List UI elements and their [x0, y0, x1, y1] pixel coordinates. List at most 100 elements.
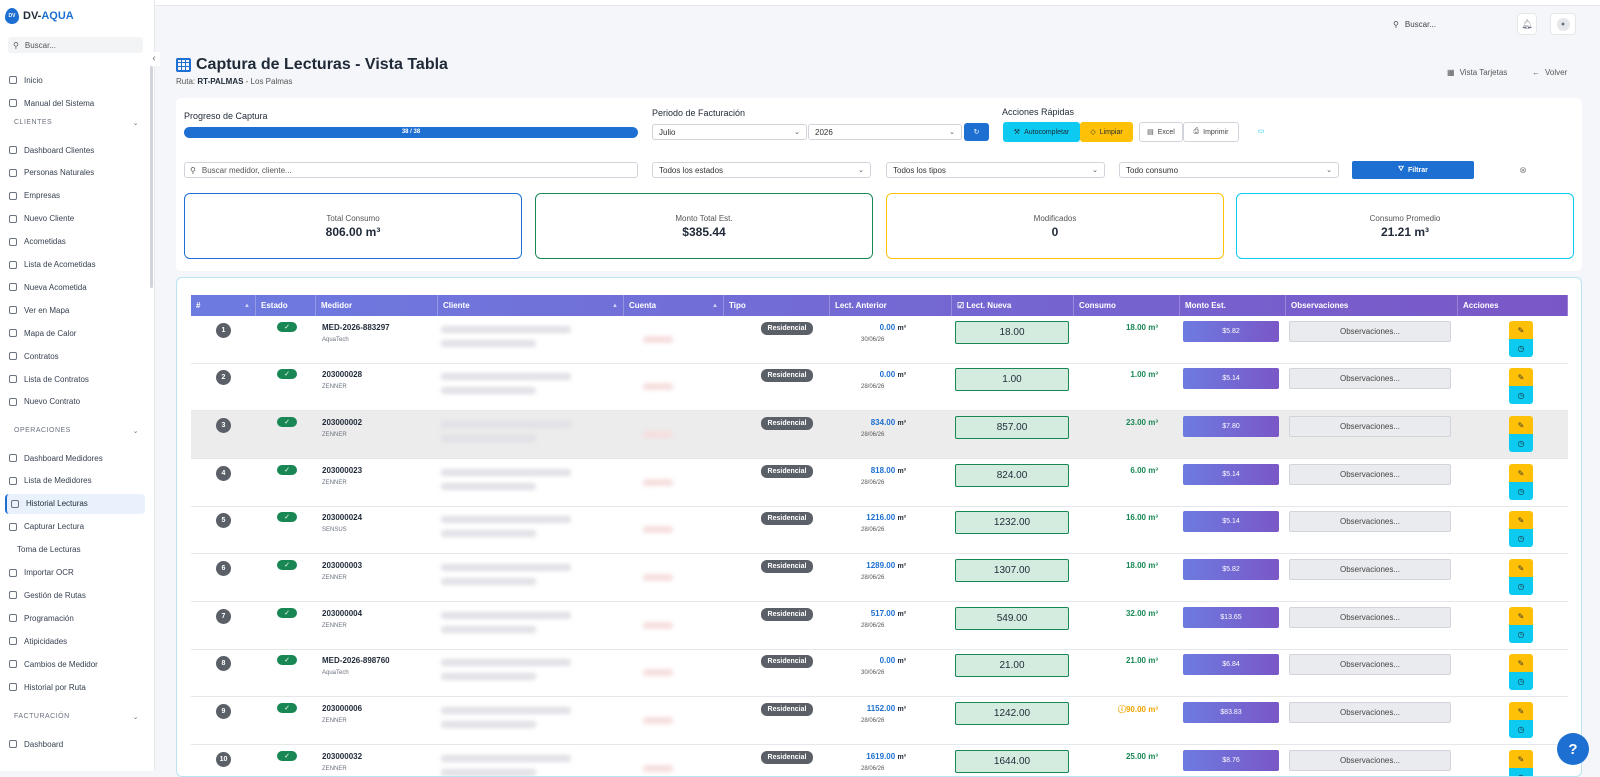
history-button[interactable]: ◷ — [1509, 339, 1533, 357]
edit-button[interactable]: ✎ — [1509, 464, 1533, 482]
new-reading-input[interactable]: 549.00 — [955, 607, 1069, 630]
observations-input[interactable]: Observaciones... — [1289, 750, 1451, 771]
observations-input[interactable]: Observaciones... — [1289, 654, 1451, 675]
table-row[interactable]: 8 ✓ MED-2026-898760 AquaTech Residencial… — [191, 649, 1568, 697]
edit-button[interactable]: ✎ — [1509, 368, 1533, 386]
sidebar-item-dashboard[interactable]: Dashboard — [5, 734, 145, 754]
sidebar-item-importar-ocr[interactable]: Importar OCR — [5, 563, 145, 583]
sidebar-item-capturar-lectura[interactable]: Capturar Lectura — [5, 517, 145, 537]
estado-filter-select[interactable]: Todos los estados⌄ — [652, 162, 871, 178]
clear-filters-icon[interactable]: ⊗ — [1517, 164, 1529, 176]
history-button[interactable]: ◷ — [1509, 434, 1533, 452]
edit-button[interactable]: ✎ — [1509, 559, 1533, 577]
sidebar-item-atipicidades[interactable]: Atipicidades — [5, 631, 145, 651]
sidebar-item-inicio[interactable]: Inicio — [5, 70, 145, 90]
new-reading-input[interactable]: 857.00 — [955, 416, 1069, 439]
table-row[interactable]: 1 ✓ MED-2026-883297 AquaTech Residencial… — [191, 316, 1568, 364]
anio-select[interactable]: 2026⌄ — [808, 124, 962, 140]
table-row[interactable]: 10 ✓ 203000032 ZENNER Residencial 1619.0… — [191, 745, 1568, 777]
new-reading-input[interactable]: 824.00 — [955, 464, 1069, 487]
column-header[interactable]: Estado — [256, 295, 316, 316]
history-button[interactable]: ◷ — [1509, 768, 1533, 777]
table-row[interactable]: 7 ✓ 203000004 ZENNER Residencial 517.00 … — [191, 602, 1568, 650]
consumo-filter-select[interactable]: Todo consumo⌄ — [1119, 162, 1339, 178]
observations-input[interactable]: Observaciones... — [1289, 321, 1451, 342]
column-header[interactable]: Monto Est. — [1180, 295, 1286, 316]
column-header[interactable]: Lect. Anterior — [830, 295, 952, 316]
edit-button[interactable]: ✎ — [1509, 702, 1533, 720]
help-button[interactable]: ? — [1557, 733, 1589, 765]
table-row[interactable]: 5 ✓ 203000024 SENSUS Residencial 1216.00… — [191, 506, 1568, 554]
filtrar-button[interactable]: ⛛Filtrar — [1352, 161, 1474, 179]
history-button[interactable]: ◷ — [1509, 577, 1533, 595]
user-menu-button[interactable]: ● — [1550, 13, 1576, 35]
history-button[interactable]: ◷ — [1509, 482, 1533, 500]
edit-button[interactable]: ✎ — [1509, 607, 1533, 625]
new-reading-input[interactable]: 1242.00 — [955, 702, 1069, 725]
new-reading-input[interactable]: 1307.00 — [955, 559, 1069, 582]
sidebar-item-lista-de-acometidas[interactable]: Lista de Acometidas — [5, 255, 145, 275]
mes-select[interactable]: Julio⌄ — [652, 124, 807, 140]
table-row[interactable]: 2 ✓ 203000028 ZENNER Residencial 0.00 m³… — [191, 363, 1568, 411]
history-button[interactable]: ◷ — [1509, 672, 1533, 690]
sidebar-item-lista-de-contratos[interactable]: Lista de Contratos — [5, 369, 145, 389]
history-button[interactable]: ◷ — [1509, 529, 1533, 547]
logo[interactable]: DV DV-AQUA — [5, 8, 74, 24]
sidebar-section-operaciones[interactable]: OPERACIONES⌄ — [14, 427, 139, 435]
topbar-search-input[interactable]: ⚲ Buscar... — [1393, 16, 1483, 32]
edit-button[interactable]: ✎ — [1509, 511, 1533, 529]
observations-input[interactable]: Observaciones... — [1289, 368, 1451, 389]
sidebar-item-toma-de-lecturas[interactable]: Toma de Lecturas — [5, 540, 145, 560]
edit-button[interactable]: ✎ — [1509, 321, 1533, 339]
sidebar-item-ver-en-mapa[interactable]: Ver en Mapa — [5, 300, 145, 320]
observations-input[interactable]: Observaciones... — [1289, 464, 1451, 485]
table-row[interactable]: 9 ✓ 203000006 ZENNER Residencial 1152.00… — [191, 697, 1568, 745]
history-button[interactable]: ◷ — [1509, 720, 1533, 738]
sidebar-item-manual-del-sistema[interactable]: Manual del Sistema — [5, 93, 145, 113]
sidebar-item-lista-de-medidores[interactable]: Lista de Medidores — [5, 471, 145, 491]
sidebar-item-acometidas[interactable]: Acometidas — [5, 232, 145, 252]
sidebar-item-dashboard-medidores[interactable]: Dashboard Medidores — [5, 448, 145, 468]
column-header[interactable]: Consumo — [1074, 295, 1180, 316]
column-header[interactable]: #▲ — [191, 295, 256, 316]
observations-input[interactable]: Observaciones... — [1289, 559, 1451, 580]
edit-button[interactable]: ✎ — [1509, 654, 1533, 672]
notifications-button[interactable]: 🔔︎ — [1517, 13, 1537, 35]
sidebar-item-historial-lecturas[interactable]: Historial Lecturas — [5, 494, 145, 514]
table-search-input[interactable]: ⚲ Buscar medidor, cliente... — [184, 162, 638, 178]
new-reading-input[interactable]: 1.00 — [955, 368, 1069, 391]
sidebar-collapse-button[interactable]: ‹ — [148, 52, 160, 66]
sidebar-item-personas-naturales[interactable]: Personas Naturales — [5, 163, 145, 183]
sidebar-scrollbar[interactable] — [150, 66, 153, 288]
imprimir-button[interactable]: ⎙Imprimir — [1183, 122, 1239, 142]
sidebar-item-historial-por-ruta[interactable]: Historial por Ruta — [5, 677, 145, 697]
limpiar-button[interactable]: ◇Limpiar — [1080, 122, 1133, 142]
sidebar-search-input[interactable]: ⚲ Buscar... — [8, 37, 143, 53]
excel-button[interactable]: ▤Excel — [1139, 122, 1183, 142]
volver-button[interactable]: ←Volver — [1532, 68, 1567, 77]
sidebar-item-nuevo-contrato[interactable]: Nuevo Contrato — [5, 392, 145, 412]
new-reading-input[interactable]: 1232.00 — [955, 511, 1069, 534]
sidebar-section-facturacion[interactable]: FACTURACIÓN⌄ — [14, 713, 139, 721]
column-header[interactable]: Medidor — [316, 295, 438, 316]
new-reading-input[interactable]: 1644.00 — [955, 750, 1069, 773]
history-button[interactable]: ◷ — [1509, 386, 1533, 404]
vista-tarjetas-button[interactable]: ▦Vista Tarjetas — [1447, 68, 1507, 77]
sidebar-item-nuevo-cliente[interactable]: Nuevo Cliente — [5, 209, 145, 229]
table-row[interactable]: 4 ✓ 203000023 ZENNER Residencial 818.00 … — [191, 459, 1568, 507]
observations-input[interactable]: Observaciones... — [1289, 511, 1451, 532]
column-header[interactable]: Tipo — [724, 295, 830, 316]
edit-button[interactable]: ✎ — [1509, 750, 1533, 768]
keyboard-icon[interactable]: ▭ — [1256, 126, 1266, 136]
refresh-button[interactable]: ↻ — [964, 123, 989, 141]
sidebar-item-contratos[interactable]: Contratos — [5, 346, 145, 366]
observations-input[interactable]: Observaciones... — [1289, 607, 1451, 628]
sidebar-item-dashboard-clientes[interactable]: Dashboard Clientes — [5, 140, 145, 160]
observations-input[interactable]: Observaciones... — [1289, 416, 1451, 437]
autocompletar-button[interactable]: ⚒Autocompletar — [1003, 122, 1080, 142]
table-row[interactable]: 3 ✓ 203000002 ZENNER Residencial 834.00 … — [191, 411, 1568, 459]
new-reading-input[interactable]: 21.00 — [955, 654, 1069, 677]
sidebar-item-cambios-de-medidor[interactable]: Cambios de Medidor — [5, 654, 145, 674]
column-header[interactable]: Acciones — [1458, 295, 1568, 316]
sidebar-item-mapa-de-calor[interactable]: Mapa de Calor — [5, 323, 145, 343]
